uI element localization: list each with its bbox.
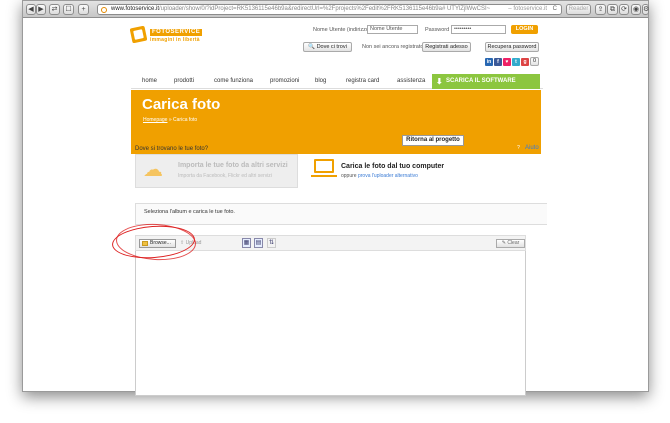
- browser-window: ◀ ▶ ⇄ ☐ + www.fotoservice.it/uploader/sh…: [22, 0, 649, 396]
- dove-label: Dove ci trovi: [316, 44, 347, 50]
- upload-from-computer-option[interactable]: Carica le foto dal tuo computer oppure p…: [308, 154, 538, 188]
- forward-button[interactable]: ▶: [36, 4, 46, 15]
- album-select-text: Seleziona l'album e carica le tue foto.: [144, 209, 235, 215]
- new-tab-button[interactable]: +: [78, 4, 89, 15]
- breadcrumb: Homepage » Carica foto: [143, 117, 198, 123]
- toolbar-button-3[interactable]: ⟳: [619, 4, 629, 15]
- help-label: Aiuto: [525, 145, 539, 151]
- twitter-icon[interactable]: t: [512, 58, 520, 66]
- logo-wordmark: FOTOSERVICE: [150, 29, 203, 36]
- software-label: SCARICA IL SOFTWARE: [446, 78, 516, 84]
- back-to-project-button[interactable]: Ritorna al progetto: [402, 135, 464, 146]
- username-input[interactable]: Nome Utente: [367, 25, 418, 34]
- url-path: /uploader/show/0/?idProject=RK5136115e46…: [159, 6, 491, 12]
- googleplus-icon[interactable]: g: [521, 58, 529, 66]
- home-icon[interactable]: ☐: [63, 4, 74, 15]
- download-software-button[interactable]: ⬇ SCARICA IL SOFTWARE: [432, 74, 540, 89]
- toolbar-button-5[interactable]: ⚙: [642, 4, 649, 15]
- nav-assistenza[interactable]: assistenza: [397, 78, 425, 84]
- register-prompt: Non sei ancora registrato?: [362, 44, 427, 50]
- nav-promozioni[interactable]: promozioni: [270, 78, 299, 84]
- reload-icon[interactable]: C: [553, 5, 557, 14]
- share-icon[interactable]: ⇄: [49, 4, 60, 15]
- browser-toolbar: ◀ ▶ ⇄ ☐ + www.fotoservice.it/uploader/sh…: [23, 1, 649, 18]
- clear-button[interactable]: ✎ Clear: [496, 239, 525, 248]
- toolbar-button-1[interactable]: ⇪: [595, 4, 606, 15]
- import-subtitle: Importa da Facebook, Flickr ed altri ser…: [178, 173, 272, 179]
- page-title: Carica foto: [142, 96, 221, 113]
- help-link[interactable]: ? Aiuto: [515, 145, 539, 152]
- upload-drop-area[interactable]: [135, 251, 526, 396]
- clear-icon: ✎: [501, 240, 506, 246]
- computer-subtitle-prefix: oppure: [341, 173, 357, 179]
- password-label: Password: [425, 27, 450, 33]
- list-view-icon[interactable]: ▤: [254, 238, 263, 248]
- computer-icon: [311, 159, 337, 177]
- nav-registra-card[interactable]: registra card: [346, 78, 379, 84]
- toolbar-button-4[interactable]: ◉: [631, 4, 641, 15]
- page-title-suffix: – fotoservice.it: [505, 5, 547, 14]
- breadcrumb-current: Carica foto: [173, 117, 198, 123]
- cloud-icon: ☁: [143, 159, 163, 181]
- back-button[interactable]: ◀: [26, 4, 36, 15]
- import-from-services-option[interactable]: ☁ Importa le tue foto da altri servizi I…: [135, 154, 298, 188]
- alternative-uploader-link[interactable]: prova l'uploader alternativo: [358, 173, 418, 179]
- sort-icon[interactable]: ⇅: [267, 238, 276, 248]
- address-bar[interactable]: www.fotoservice.it/uploader/show/0/?idPr…: [97, 4, 562, 15]
- nav-blog[interactable]: blog: [315, 78, 326, 84]
- nav-home[interactable]: home: [142, 78, 157, 84]
- logo-mark-icon: [129, 25, 148, 44]
- web-page: FOTOSERVICE immagini in libertà Nome Ute…: [23, 19, 648, 396]
- logo-tagline: immagini in libertà: [150, 37, 200, 43]
- favicon-icon: [101, 7, 107, 13]
- computer-title: Carica le foto dal tuo computer: [341, 163, 445, 170]
- register-button[interactable]: Registrati adesso: [422, 42, 471, 52]
- breadcrumb-home[interactable]: Homepage: [143, 117, 167, 123]
- grid-view-icon[interactable]: ▦: [242, 238, 251, 248]
- heart-icon[interactable]: ♥: [503, 58, 511, 66]
- nav-prodotti[interactable]: prodotti: [174, 78, 194, 84]
- url-host: www.fotoservice.it: [111, 6, 160, 12]
- password-input[interactable]: •••••••••: [451, 25, 506, 34]
- computer-subtitle: oppure prova l'uploader alternativo: [341, 173, 418, 179]
- reader-button[interactable]: Reader: [566, 4, 591, 15]
- clear-label: Clear: [507, 240, 520, 246]
- nav-come-funziona[interactable]: come funziona: [214, 78, 253, 84]
- cart-count-badge[interactable]: 0: [530, 57, 539, 66]
- download-icon: ⬇: [436, 77, 443, 86]
- login-button[interactable]: LOGIN: [511, 25, 538, 34]
- album-select-panel: Seleziona l'album e carica le tue foto.: [135, 203, 547, 225]
- help-icon: ?: [515, 145, 522, 152]
- search-icon: 🔍: [308, 44, 316, 50]
- page-banner: Carica foto Homepage » Carica foto: [131, 90, 541, 154]
- recover-password-button[interactable]: Recupera password: [485, 42, 539, 52]
- toolbar-button-2[interactable]: ⧉: [607, 4, 618, 15]
- linkedin-icon[interactable]: in: [485, 58, 493, 66]
- facebook-icon[interactable]: f: [494, 58, 502, 66]
- import-title: Importa le tue foto da altri servizi: [178, 162, 288, 169]
- fotoservice-logo[interactable]: FOTOSERVICE immagini in libertà: [129, 25, 216, 51]
- source-question: Dove si trovano le tue foto?: [135, 146, 209, 152]
- dove-ci-trovi-button[interactable]: 🔍 Dove ci trovi: [303, 42, 352, 52]
